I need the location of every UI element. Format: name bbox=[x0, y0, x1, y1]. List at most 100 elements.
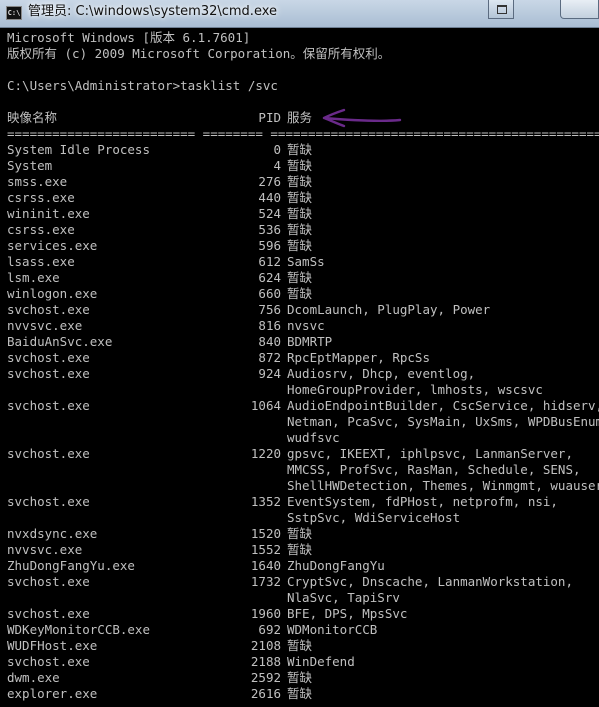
process-services: AudioEndpointBuilder, CscService, hidser… bbox=[287, 398, 599, 413]
process-image-name: svchost.exe bbox=[7, 398, 90, 413]
process-services: 暂缺 bbox=[287, 526, 313, 541]
process-row: svchost.exe 924 Audiosrv, Dhcp, eventlog, bbox=[0, 366, 599, 382]
process-services: BDMRTP bbox=[287, 334, 333, 349]
process-services: NlaSvc, TapiSrv bbox=[287, 590, 400, 605]
header-image-name: 映像名称 bbox=[7, 110, 58, 125]
process-services: 暂缺 bbox=[287, 638, 313, 653]
process-image-name: WUDFHost.exe bbox=[7, 638, 98, 653]
process-image-name: services.exe bbox=[7, 238, 98, 253]
process-services: 暂缺 bbox=[287, 670, 313, 685]
window-title: 管理员: C:\windows\system32\cmd.exe bbox=[28, 4, 277, 19]
process-services: 暂缺 bbox=[287, 238, 313, 253]
process-row: lsm.exe 624 暂缺 bbox=[0, 270, 599, 286]
process-pid: 2188 bbox=[250, 654, 281, 669]
process-pid: 872 bbox=[258, 350, 281, 365]
process-pid: 816 bbox=[258, 318, 281, 333]
process-image-name: winlogon.exe bbox=[7, 286, 98, 301]
process-image-name: svchost.exe bbox=[7, 574, 90, 589]
process-image-name: wininit.exe bbox=[7, 206, 90, 221]
restore-button[interactable] bbox=[488, 0, 514, 19]
process-row: BaiduAnSvc.exe 840 BDMRTP bbox=[0, 334, 599, 350]
process-image-name: csrss.exe bbox=[7, 190, 75, 205]
command-prompt-line: C:\Users\Administrator>tasklist /svc bbox=[7, 78, 278, 93]
process-pid: 2592 bbox=[250, 670, 281, 685]
process-row: svchost.exe 1352 EventSystem, fdPHost, net… bbox=[0, 494, 599, 510]
header-separator: ========================= ======== =====… bbox=[7, 126, 599, 141]
process-pid: 2108 bbox=[250, 638, 281, 653]
window-titlebar: C:\ 管理员: C:\windows\system32\cmd.exe bbox=[0, 0, 599, 28]
process-row: svchost.exe 1064 AudioEndpointBuilder, Csc… bbox=[0, 398, 599, 414]
banner-line-2: 版权所有 (c) 2009 Microsoft Corporation。保留所有… bbox=[7, 46, 391, 61]
process-row: MMCSS, ProfSvc, RasMan, Schedule, SENS, bbox=[0, 462, 599, 478]
process-image-name: nvvsvc.exe bbox=[7, 318, 83, 333]
process-row: WUDFHost.exe 2108 暂缺 bbox=[0, 638, 599, 654]
process-row: System 4 暂缺 bbox=[0, 158, 599, 174]
process-pid: 1520 bbox=[250, 526, 281, 541]
process-row: Netman, PcaSvc, SysMain, UxSms, WPDBusEn… bbox=[0, 414, 599, 430]
header-pid: PID bbox=[258, 110, 281, 125]
process-pid: 756 bbox=[258, 302, 281, 317]
process-row: ShellHWDetection, Themes, Winmgmt, wuaus… bbox=[0, 478, 599, 494]
process-image-name: svchost.exe bbox=[7, 606, 90, 621]
process-row: nvvsvc.exe 816 nvsvc bbox=[0, 318, 599, 334]
process-pid: 1552 bbox=[250, 542, 281, 557]
process-services: CryptSvc, Dnscache, LanmanWorkstation, bbox=[287, 574, 573, 589]
process-image-name: System Idle Process bbox=[7, 142, 150, 157]
process-pid: 1220 bbox=[250, 446, 281, 461]
process-image-name: dwm.exe bbox=[7, 670, 60, 685]
process-pid: 1960 bbox=[250, 606, 281, 621]
process-services: EventSystem, fdPHost, netprofm, nsi, bbox=[287, 494, 558, 509]
process-row: HomeGroupProvider, lmhosts, wscsvc bbox=[0, 382, 599, 398]
process-row: dwm.exe 2592 暂缺 bbox=[0, 670, 599, 686]
process-pid: 692 bbox=[258, 622, 281, 637]
process-services: SstpSvc, WdiServiceHost bbox=[287, 510, 461, 525]
process-row: svchost.exe 872 RpcEptMapper, RpcSs bbox=[0, 350, 599, 366]
process-image-name: nvvsvc.exe bbox=[7, 542, 83, 557]
process-pid: 612 bbox=[258, 254, 281, 269]
process-pid: 524 bbox=[258, 206, 281, 221]
process-row: NlaSvc, TapiSrv bbox=[0, 590, 599, 606]
process-pid: 924 bbox=[258, 366, 281, 381]
close-button[interactable] bbox=[560, 0, 599, 19]
process-pid: 536 bbox=[258, 222, 281, 237]
console-output[interactable]: Microsoft Windows [版本 6.1.7601] 版权所有 (c)… bbox=[0, 28, 599, 707]
banner-line-1: Microsoft Windows [版本 6.1.7601] bbox=[7, 30, 251, 45]
process-row: wininit.exe 524 暂缺 bbox=[0, 206, 599, 222]
process-services: 暂缺 bbox=[287, 542, 313, 557]
process-pid: 1732 bbox=[250, 574, 281, 589]
process-row: svchost.exe 2188 WinDefend bbox=[0, 654, 599, 670]
process-services: WinDefend bbox=[287, 654, 355, 669]
process-services: 暂缺 bbox=[287, 286, 313, 301]
process-image-name: System bbox=[7, 158, 53, 173]
process-row: SstpSvc, WdiServiceHost bbox=[0, 510, 599, 526]
process-row: ZhuDongFangYu.exe 1640 ZhuDongFangYu bbox=[0, 558, 599, 574]
process-row: csrss.exe 440 暂缺 bbox=[0, 190, 599, 206]
process-image-name: svchost.exe bbox=[7, 494, 90, 509]
process-pid: 660 bbox=[258, 286, 281, 301]
process-services: HomeGroupProvider, lmhosts, wscsvc bbox=[287, 382, 543, 397]
process-row: svchost.exe 1732 CryptSvc, Dnscache, Lanma… bbox=[0, 574, 599, 590]
process-services: 暂缺 bbox=[287, 222, 313, 237]
process-pid: 0 bbox=[273, 142, 281, 157]
process-services: 暂缺 bbox=[287, 686, 313, 701]
process-image-name: explorer.exe bbox=[7, 686, 98, 701]
process-row: svchost.exe 1960 BFE, DPS, MpsSvc bbox=[0, 606, 599, 622]
process-pid: 1640 bbox=[250, 558, 281, 573]
process-services: 暂缺 bbox=[287, 190, 313, 205]
process-services: RpcEptMapper, RpcSs bbox=[287, 350, 430, 365]
process-services: Audiosrv, Dhcp, eventlog, bbox=[287, 366, 476, 381]
process-services: SamSs bbox=[287, 254, 325, 269]
cmd-icon[interactable]: C:\ bbox=[6, 6, 22, 20]
process-row: nvvsvc.exe 1552 暂缺 bbox=[0, 542, 599, 558]
process-image-name: lsm.exe bbox=[7, 270, 60, 285]
process-image-name: svchost.exe bbox=[7, 350, 90, 365]
process-services: MMCSS, ProfSvc, RasMan, Schedule, SENS, bbox=[287, 462, 581, 477]
process-row: csrss.exe 536 暂缺 bbox=[0, 222, 599, 238]
process-services: gpsvc, IKEEXT, iphlpsvc, LanmanServer, bbox=[287, 446, 573, 461]
process-image-name: WDKeyMonitorCCB.exe bbox=[7, 622, 150, 637]
process-image-name: svchost.exe bbox=[7, 366, 90, 381]
process-pid: 1064 bbox=[250, 398, 281, 413]
process-services: Netman, PcaSvc, SysMain, UxSms, WPDBusEn… bbox=[287, 414, 599, 429]
process-image-name: lsass.exe bbox=[7, 254, 75, 269]
process-pid: 440 bbox=[258, 190, 281, 205]
